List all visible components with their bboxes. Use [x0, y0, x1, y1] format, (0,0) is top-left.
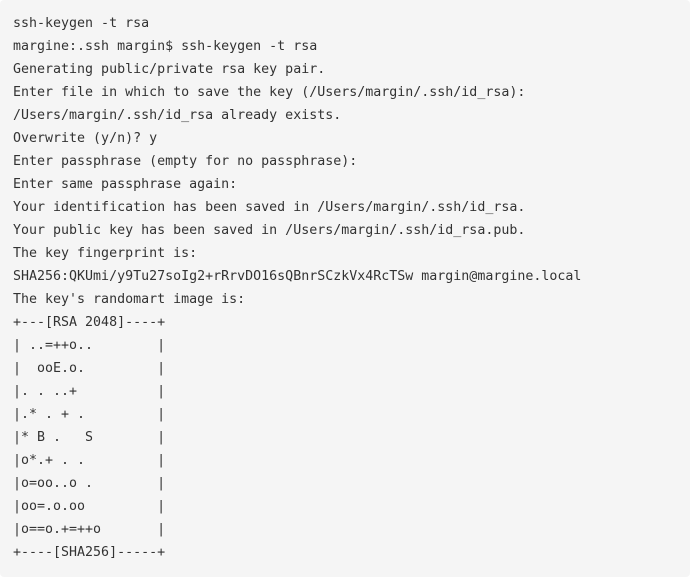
randomart-line: |o*.+ . . | [13, 453, 166, 468]
output-line: Overwrite (y/n)? y [13, 131, 158, 146]
output-line: Generating public/private rsa key pair. [13, 62, 326, 77]
output-line: Enter file in which to save the key (/Us… [13, 85, 526, 100]
randomart-line: |* B . S | [13, 430, 166, 445]
randomart-line: |. . ..+ | [13, 384, 166, 399]
output-line: The key's randomart image is: [13, 292, 246, 307]
randomart-line: +----[SHA256]-----+ [13, 545, 166, 560]
randomart-line: | ooE.o. | [13, 361, 166, 376]
output-line: Enter same passphrase again: [13, 177, 238, 192]
output-line: /Users/margin/.ssh/id_rsa already exists… [13, 108, 342, 123]
randomart-line: |o==o.+=++o | [13, 522, 166, 537]
fingerprint-line: SHA256:QKUmi/y9Tu27soIg2+rRrvDO16sQBnrSC… [13, 269, 582, 284]
output-line: Your public key has been saved in /Users… [13, 223, 526, 238]
terminal-output-code-block: ssh-keygen -t rsa margine:.ssh margin$ s… [0, 0, 690, 577]
output-line: Enter passphrase (empty for no passphras… [13, 154, 358, 169]
output-line: The key fingerprint is: [13, 246, 198, 261]
randomart-line: |.* . + . | [13, 407, 166, 422]
randomart-line: | ..=++o.. | [13, 338, 166, 353]
command-line: ssh-keygen -t rsa [13, 16, 150, 31]
output-line: Your identification has been saved in /U… [13, 200, 526, 215]
randomart-line: |oo=.o.oo | [13, 499, 166, 514]
randomart-line: |o=oo..o . | [13, 476, 166, 491]
prompt-command-line: margine:.ssh margin$ ssh-keygen -t rsa [13, 39, 318, 54]
randomart-line: +---[RSA 2048]----+ [13, 315, 166, 330]
